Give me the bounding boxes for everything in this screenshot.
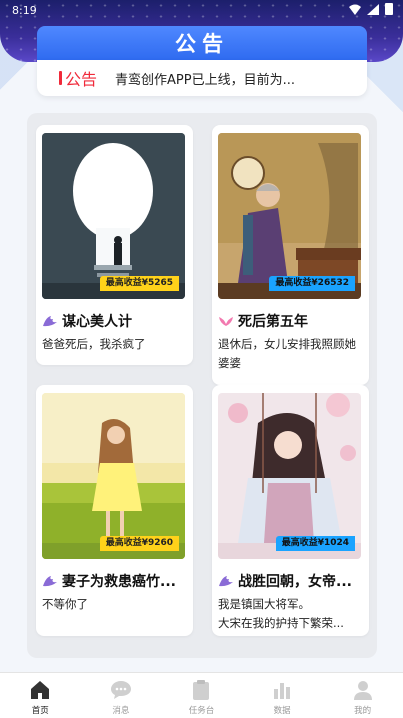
book-title-text: 谋心美人计 (62, 314, 132, 330)
wifi-icon (349, 4, 361, 15)
book-description: 退休后，女儿安排我照顾她婆婆 (218, 337, 356, 370)
book-cover[interactable]: 最高收益¥26532 (218, 133, 361, 299)
tab-tasks[interactable]: 任务台 (161, 673, 242, 718)
phoenix-icon (43, 316, 57, 327)
book-cover[interactable]: 最高收益¥5265 (42, 133, 185, 299)
woman-on-swing-illustration (218, 393, 361, 559)
status-icons (349, 3, 393, 15)
notice-title: 公告 (175, 32, 229, 56)
home-icon (31, 681, 50, 699)
book-title: 战胜回朝，女帝... (218, 571, 363, 591)
lightbulb-figure-illustration (42, 133, 185, 299)
bottom-tab-bar: 首页 消息 任务台 数据 我的 (0, 672, 403, 718)
tab-data[interactable]: 数据 (242, 673, 323, 718)
bar-chart-icon (274, 683, 291, 699)
tab-messages[interactable]: 消息 (81, 673, 162, 718)
book-cover[interactable]: 最高收益¥1024 (218, 393, 361, 559)
phoenix-icon (43, 576, 57, 587)
notice-marquee[interactable]: 公告 青鸾创作APP已上线，目前为... (37, 60, 367, 96)
notice-text[interactable]: 青鸾创作APP已上线，目前为... (115, 69, 295, 88)
signal-icon (367, 3, 379, 15)
clipboard-icon (193, 680, 210, 700)
flower-icon (219, 317, 233, 326)
chat-icon (110, 681, 131, 699)
book-card[interactable]: 最高收益¥1024 战胜回朝，女帝... 我是镇国大将军。 大宋在我的护持下繁荣… (212, 385, 369, 636)
phoenix-icon (219, 576, 233, 587)
earnings-tag: 最高收益¥26532 (269, 276, 355, 291)
book-title-text: 妻子为救患癌竹... (62, 574, 176, 590)
tab-label: 首页 (31, 706, 49, 716)
book-cover[interactable]: 最高收益¥9260 (42, 393, 185, 559)
tab-label: 数据 (273, 706, 291, 716)
book-title: 谋心美人计 (42, 311, 187, 331)
book-title-text: 战胜回朝，女帝... (238, 574, 352, 590)
user-icon (353, 681, 372, 700)
status-time: 8:19 (12, 4, 37, 17)
book-card[interactable]: 最高收益¥9260 妻子为救患癌竹... 不等你了 (36, 385, 193, 636)
tab-label: 任务台 (188, 706, 215, 716)
notice-header: 公告 (37, 26, 367, 60)
book-title-text: 死后第五年 (238, 314, 308, 330)
elderly-woman-illustration (218, 133, 361, 299)
notice-label: 公告 (65, 70, 98, 89)
book-description: 爸爸死后，我杀疯了 (42, 337, 146, 351)
status-bar: 8:19 (0, 0, 403, 22)
earnings-tag: 最高收益¥1024 (275, 536, 355, 551)
book-card[interactable]: 最高收益¥26532 死后第五年 退休后，女儿安排我照顾她婆婆 (212, 125, 369, 385)
book-grid: 最高收益¥5265 谋心美人计 爸爸死后，我杀疯了 最高收益¥26532 死后第… (27, 113, 377, 658)
book-description: 我是镇国大将军。 大宋在我的护持下繁荣... (218, 597, 344, 630)
notice-marker (59, 71, 62, 85)
girl-in-field-illustration (42, 393, 185, 559)
tab-home[interactable]: 首页 (0, 673, 81, 718)
tab-label: 我的 (354, 706, 372, 716)
book-card[interactable]: 最高收益¥5265 谋心美人计 爸爸死后，我杀疯了 (36, 125, 193, 365)
earnings-tag: 最高收益¥5265 (99, 276, 179, 291)
tab-profile[interactable]: 我的 (322, 673, 403, 718)
book-description: 不等你了 (42, 597, 88, 611)
earnings-tag: 最高收益¥9260 (99, 536, 179, 551)
tab-label: 消息 (112, 706, 130, 716)
book-title: 死后第五年 (218, 311, 363, 331)
book-title: 妻子为救患癌竹... (42, 571, 187, 591)
battery-icon (385, 3, 393, 15)
